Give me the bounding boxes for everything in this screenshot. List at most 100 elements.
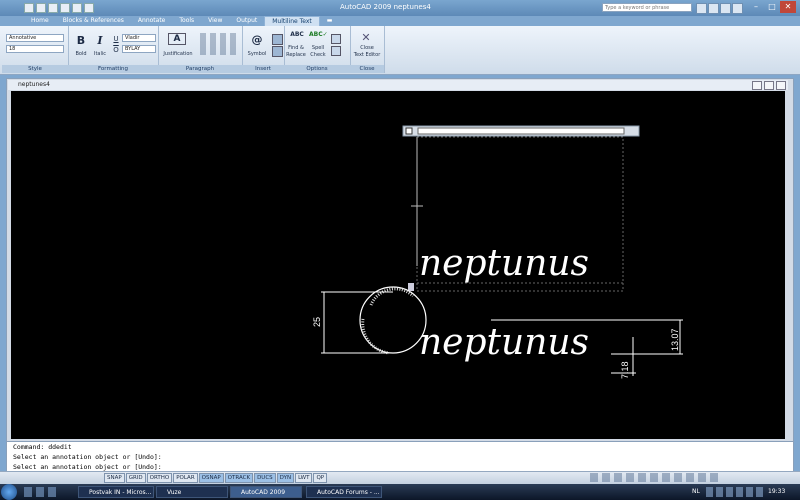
qp-toggle[interactable]: QP (313, 473, 328, 483)
help-search-input[interactable]: Type a keyword or phrase (602, 3, 692, 12)
symbol-icon[interactable]: @ (250, 33, 264, 46)
open-icon[interactable] (36, 3, 46, 13)
overline-icon[interactable]: O (112, 46, 120, 54)
find-replace-label-1: Find & (288, 45, 304, 51)
command-window[interactable]: Command: ddedit Select an annotation obj… (6, 441, 794, 473)
taskbar-item-autocad[interactable]: AutoCAD 2009 (230, 486, 302, 498)
field-icon[interactable] (272, 34, 283, 45)
drawing-window-title: neptunes4 (8, 80, 788, 90)
tab-view[interactable]: View (201, 16, 229, 26)
columns-icon[interactable] (272, 46, 283, 57)
coordinates-display (2, 473, 102, 482)
binoculars-icon[interactable] (696, 3, 707, 14)
italic-button[interactable]: I (93, 34, 107, 47)
formatting-panel: B Bold I Italic U O Vladir BYLAY Formatt… (68, 26, 159, 73)
editor-text[interactable]: neptunus (419, 243, 589, 284)
grid-toggle[interactable]: GRID (125, 473, 146, 483)
save-icon[interactable] (48, 3, 58, 13)
color-select[interactable]: BYLAY (122, 45, 156, 53)
tab-annotate[interactable]: Annotate (131, 16, 172, 26)
plot-icon[interactable] (60, 3, 70, 13)
justification-label: Justification (163, 51, 193, 57)
window-title: AutoCAD 2009 neptunes4 (340, 3, 431, 11)
find-replace-icon[interactable]: ABC (288, 31, 306, 38)
clock: 19:33 (768, 488, 786, 495)
symbol-label: Symbol (247, 51, 267, 57)
editor-resize-handle[interactable] (408, 283, 414, 291)
ducs-toggle[interactable]: DUCS (254, 473, 276, 483)
polar-toggle[interactable]: POLAR (173, 473, 198, 483)
undo-icon[interactable] (72, 3, 82, 13)
options-panel-title: Options (284, 65, 350, 73)
drawn-text[interactable]: neptunus (419, 322, 589, 363)
close-editor-icon[interactable]: ✕ (358, 31, 374, 44)
tab-tools[interactable]: Tools (172, 16, 201, 26)
system-tray-icons[interactable] (706, 487, 764, 497)
style-panel-title: Style (2, 65, 68, 73)
bold-label: Bold (75, 51, 87, 57)
dim-718-text: 7.18 (620, 361, 630, 379)
tab-output[interactable]: Output (229, 16, 264, 26)
underline-icon[interactable]: U (112, 35, 120, 43)
ortho-toggle[interactable]: ORTHO (146, 473, 173, 483)
command-line: Select an annotation object or [Undo]: (13, 453, 162, 461)
ribbon-tabs: Home Blocks & References Annotate Tools … (24, 16, 339, 26)
options-panel: ABC Find & Replace ABC✓ Spell Check Opti… (284, 26, 351, 73)
spell-check-icon[interactable]: ABC✓ (309, 31, 328, 38)
start-button[interactable] (1, 484, 17, 500)
ruler-track (417, 127, 625, 135)
justification-icon[interactable]: A (168, 33, 186, 45)
font-select[interactable]: Vladir (122, 34, 156, 42)
osnap-toggle[interactable]: OSNAP (198, 473, 224, 483)
doc-minimize-button[interactable] (752, 81, 762, 90)
dyn-toggle[interactable]: DYN (276, 473, 295, 483)
doc-restore-button[interactable] (764, 81, 774, 90)
lwt-toggle[interactable]: LWT (295, 473, 313, 483)
close-panel-title: Close (350, 65, 384, 73)
spell-check-label-2: Check (310, 52, 326, 58)
close-editor-label-2: Text Editor (353, 52, 381, 58)
taskbar-item-vuze[interactable]: Vuze (156, 486, 228, 498)
tab-home[interactable]: Home (24, 16, 56, 26)
status-tray-icons[interactable] (590, 473, 720, 482)
tab-selector-icon[interactable] (405, 127, 413, 135)
insert-panel: @ Symbol Insert (242, 26, 285, 73)
command-line: Command: ddedit (13, 443, 72, 451)
snap-toggle[interactable]: SNAP (104, 473, 125, 483)
dim-25-text: 25 (312, 317, 322, 327)
favorites-star-icon[interactable] (720, 3, 731, 14)
minimize-button[interactable]: – (748, 1, 764, 13)
find-replace-label-2: Replace (286, 52, 306, 58)
tab-multiline-text[interactable]: Multiline Text (264, 16, 320, 26)
doc-close-button[interactable] (776, 81, 786, 90)
redo-icon[interactable] (84, 3, 94, 13)
communication-center-icon[interactable] (708, 3, 719, 14)
formatting-panel-title: Formatting (68, 65, 158, 73)
new-icon[interactable] (24, 3, 34, 13)
taskbar-item-outlook[interactable]: Postvak IN - Micros... (78, 486, 154, 498)
paragraph-align-icons[interactable] (200, 33, 240, 55)
undo-icon[interactable] (331, 34, 341, 44)
status-toggles: SNAP GRID ORTHO POLAR OSNAP OTRACK DUCS … (104, 473, 328, 483)
language-indicator[interactable]: NL (692, 488, 700, 495)
insert-panel-title: Insert (242, 65, 284, 73)
close-window-button[interactable]: ✕ (780, 1, 796, 13)
tab-blocks-references[interactable]: Blocks & References (56, 16, 131, 26)
quick-access-toolbar (24, 3, 94, 13)
otrack-toggle[interactable]: OTRACK (224, 473, 254, 483)
help-icon[interactable] (732, 3, 743, 14)
redo-icon[interactable] (331, 46, 341, 56)
text-style-select[interactable]: Annotative (6, 34, 64, 42)
drawing-canvas[interactable]: neptunus 25 neptunus 13.07 7.18 (11, 91, 785, 439)
close-panel: ✕ Close Text Editor Close (350, 26, 385, 73)
ribbon-minimize-icon[interactable]: ▬ (320, 16, 340, 26)
quick-launch-icons[interactable] (24, 487, 60, 497)
paragraph-panel-title: Paragraph (158, 65, 242, 73)
text-height-select[interactable]: 18 (6, 45, 64, 53)
paragraph-panel: A Justification Paragraph (158, 26, 243, 73)
bold-button[interactable]: B (74, 34, 88, 47)
italic-label: Italic (93, 51, 107, 57)
taskbar-item-forums[interactable]: AutoCAD Forums - ... (306, 486, 382, 498)
drawing-title-text: neptunes4 (18, 81, 50, 88)
maximize-button[interactable]: □ (764, 1, 780, 13)
